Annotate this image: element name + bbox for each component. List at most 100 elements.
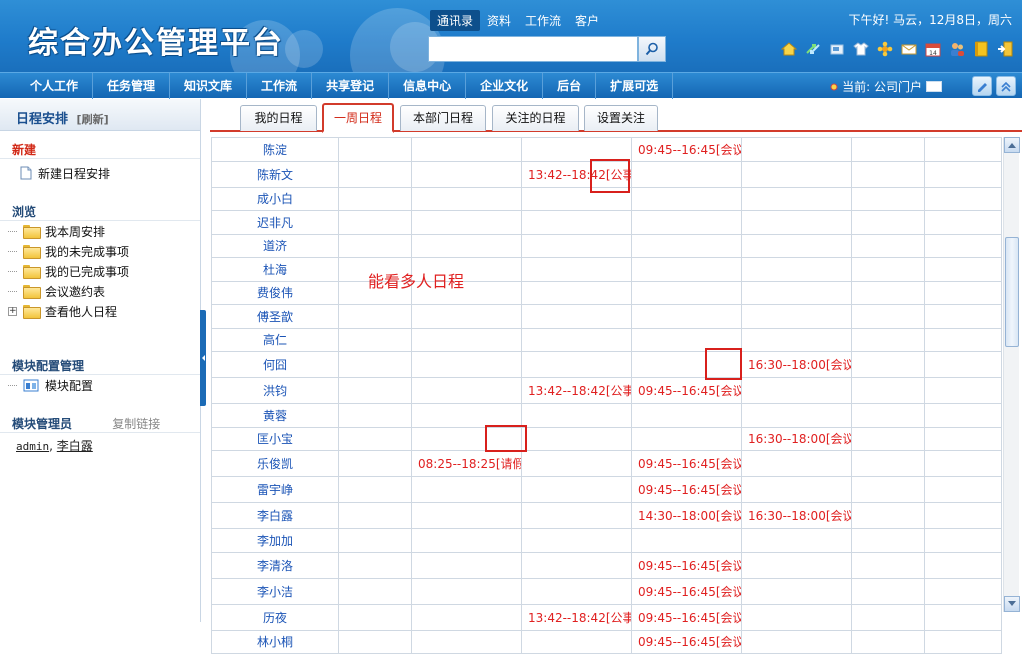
person-name-cell[interactable]: 洪钧: [211, 377, 339, 404]
users-icon[interactable]: [948, 40, 966, 58]
schedule-entry-cell[interactable]: 08:25--18:25[请假]: [411, 450, 522, 477]
person-name-cell[interactable]: 林小桐: [211, 629, 339, 654]
person-name-cell[interactable]: 费俊伟: [211, 280, 339, 305]
person-name-cell[interactable]: 何囧: [211, 351, 339, 378]
tab-followed-schedule[interactable]: 关注的日程: [492, 105, 579, 131]
tab-department-schedule[interactable]: 本部门日程: [400, 105, 486, 131]
sidebar-collapse-handle[interactable]: [200, 310, 206, 406]
person-name-cell[interactable]: 李加加: [211, 528, 339, 553]
search-tab-contacts[interactable]: 通讯录: [430, 10, 481, 31]
search-tab-customers[interactable]: 客户: [568, 10, 606, 31]
swap-icon[interactable]: [804, 40, 822, 58]
admin-link[interactable]: admin: [16, 440, 49, 453]
browse-item-finished[interactable]: 我的已完成事项: [0, 261, 200, 281]
expand-plus-icon[interactable]: +: [8, 306, 17, 316]
person-name-cell[interactable]: 历夜: [211, 603, 339, 631]
vertical-scrollbar[interactable]: [1003, 137, 1020, 612]
schedule-entry-cell[interactable]: 16:30--18:00[会议]: [741, 502, 852, 529]
schedule-empty-cell: [741, 476, 852, 503]
copy-link[interactable]: 复制链接: [112, 417, 160, 431]
nav-shared-registration[interactable]: 共享登记: [312, 72, 390, 99]
search-tab-workflow[interactable]: 工作流: [518, 10, 568, 31]
nav-extensions[interactable]: 扩展可选: [596, 72, 674, 99]
module-config-icon: [23, 379, 39, 392]
schedule-entry-cell[interactable]: 09:45--16:45[会议]: [631, 377, 742, 404]
new-schedule-item[interactable]: 新建日程安排: [0, 163, 200, 183]
person-name-cell[interactable]: 道济: [211, 233, 339, 258]
scroll-up-icon[interactable]: [1004, 137, 1020, 153]
collapse-up-icon[interactable]: [996, 76, 1016, 96]
person-name-cell[interactable]: 乐俊凯: [211, 450, 339, 477]
schedule-entry-cell[interactable]: 09:45--16:45[会议]: [631, 603, 742, 631]
person-name-cell[interactable]: 成小白: [211, 186, 339, 211]
search-tab-docs[interactable]: 资料: [480, 10, 518, 31]
schedule-entry-cell[interactable]: 09:45--16:45[会议]: [631, 577, 742, 605]
person-name-cell[interactable]: 傅圣歆: [211, 304, 339, 329]
schedule-entry-cell[interactable]: 13:42--18:42[公事]: [521, 160, 632, 188]
schedule-entry-cell[interactable]: 14:30--18:00[会议]: [631, 502, 742, 529]
schedule-empty-cell: [521, 577, 632, 605]
admin-link[interactable]: 李白露: [57, 439, 93, 453]
tab-week-schedule[interactable]: 一周日程: [322, 103, 394, 133]
nav-corporate-culture[interactable]: 企业文化: [466, 72, 544, 99]
exit-icon[interactable]: [996, 40, 1014, 58]
person-name-cell[interactable]: 匡小宝: [211, 426, 339, 451]
browse-item-this-week[interactable]: 我本周安排: [0, 221, 200, 241]
schedule-empty-cell: [851, 603, 925, 631]
refresh-link[interactable]: [刷新]: [77, 113, 109, 126]
person-name-cell[interactable]: 李白露: [211, 502, 339, 529]
person-name-cell[interactable]: 黄蓉: [211, 403, 339, 428]
schedule-entry-cell[interactable]: 16:30--18:00[会议]: [741, 351, 852, 378]
current-portal[interactable]: 当前: 公司门户: [830, 78, 942, 95]
schedule-entry-cell[interactable]: 09:45--16:45[会议]: [631, 629, 742, 654]
schedule-empty-cell: [924, 233, 1002, 258]
schedule-entry-cell[interactable]: 09:45--16:45[会议]: [631, 137, 742, 162]
nav-personal-work[interactable]: 个人工作: [0, 72, 94, 99]
schedule-empty-cell: [338, 351, 412, 378]
schedule-entry-cell[interactable]: 13:42--18:42[公事]: [521, 377, 632, 404]
tab-my-schedule[interactable]: 我的日程: [240, 105, 317, 131]
scroll-thumb[interactable]: [1005, 237, 1019, 347]
person-name-cell[interactable]: 杜海: [211, 257, 339, 282]
nav-info-center[interactable]: 信息中心: [389, 72, 467, 99]
tab-follow-settings[interactable]: 设置关注: [584, 105, 658, 131]
person-name-cell[interactable]: 李清洛: [211, 551, 339, 579]
shirt-icon[interactable]: [852, 40, 870, 58]
nav-workflow[interactable]: 工作流: [247, 72, 313, 99]
edit-icon[interactable]: [972, 76, 992, 96]
nav-task-management[interactable]: 任务管理: [93, 72, 171, 99]
sidebar-header: 日程安排 [刷新]: [0, 99, 200, 131]
nav-knowledge-library[interactable]: 知识文库: [170, 72, 248, 99]
scroll-down-icon[interactable]: [1004, 596, 1020, 612]
browse-item-others-schedule[interactable]: + 查看他人日程: [0, 301, 200, 321]
schedule-empty-cell: [924, 502, 1002, 529]
table-row: 雷宇峥 09:45--16:45[会议]: [211, 476, 1002, 503]
person-name-cell[interactable]: 陈淀: [211, 137, 339, 162]
notebook-icon[interactable]: [972, 40, 990, 58]
person-name-cell[interactable]: 高仁: [211, 327, 339, 352]
search-button[interactable]: [638, 36, 666, 62]
person-name-cell[interactable]: 雷宇峥: [211, 476, 339, 503]
schedule-entry-cell[interactable]: 09:45--16:45[会议]: [631, 450, 742, 477]
person-name-cell[interactable]: 李小洁: [211, 577, 339, 605]
nav-backend[interactable]: 后台: [543, 72, 597, 99]
module-config-item[interactable]: 模块配置: [0, 375, 200, 395]
person-name-cell[interactable]: 陈新文: [211, 160, 339, 188]
table-row: 迟非凡: [211, 210, 1002, 235]
browse-item-meeting-invites[interactable]: 会议邀约表: [0, 281, 200, 301]
mail-icon[interactable]: [900, 40, 918, 58]
home-icon[interactable]: [780, 40, 798, 58]
schedule-empty-cell: [924, 450, 1002, 477]
schedule-empty-cell: [741, 327, 852, 352]
folder-open-icon[interactable]: [828, 40, 846, 58]
schedule-entry-cell[interactable]: 13:42--18:42[公事]: [521, 603, 632, 631]
schedule-entry-cell[interactable]: 16:30--18:00[会议]: [741, 426, 852, 451]
schedule-entry-cell[interactable]: 09:45--16:45[会议]: [631, 551, 742, 579]
search-input[interactable]: [428, 36, 638, 62]
flower-icon[interactable]: [876, 40, 894, 58]
schedule-empty-cell: [521, 327, 632, 352]
schedule-entry-cell[interactable]: 09:45--16:45[会议]: [631, 476, 742, 503]
person-name-cell[interactable]: 迟非凡: [211, 210, 339, 235]
browse-item-unfinished[interactable]: 我的未完成事项: [0, 241, 200, 261]
calendar-icon[interactable]: 14: [924, 40, 942, 58]
